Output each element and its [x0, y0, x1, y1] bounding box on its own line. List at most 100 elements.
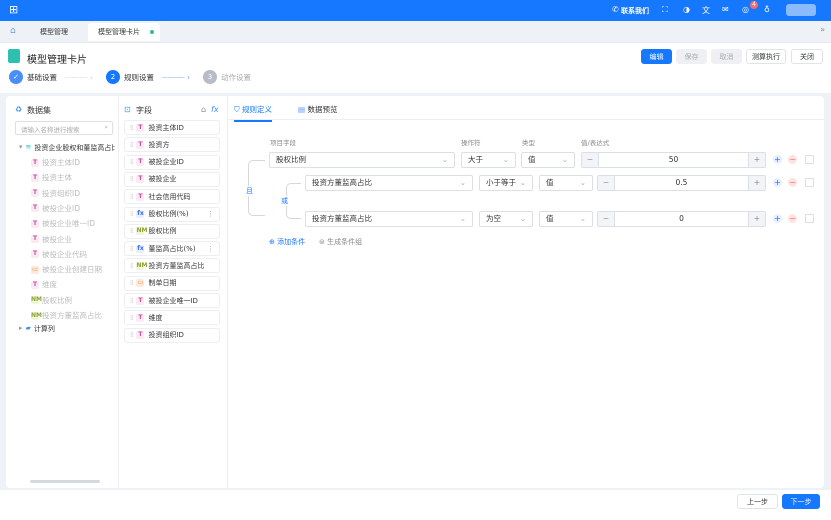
formula-icon[interactable]: fx: [211, 105, 219, 114]
prev-button[interactable]: 上一步: [737, 494, 778, 509]
field-item[interactable]: ⁞⁞ T 被投企业: [124, 171, 220, 187]
drag-handle-icon[interactable]: ⁞⁞: [130, 210, 134, 218]
add-row-icon[interactable]: +: [773, 178, 782, 187]
decrement-button[interactable]: −: [598, 212, 615, 226]
add-row-icon[interactable]: +: [773, 155, 782, 164]
dataset-field[interactable]: T 被投企业ID: [31, 203, 80, 214]
drag-handle-icon[interactable]: ⁞⁞: [130, 245, 134, 253]
step-basic[interactable]: ✓ 基础设置 ┈┈┈┈┈ ›: [9, 70, 93, 84]
field-item[interactable]: ⁞⁞ T 社会信用代码: [124, 189, 220, 205]
dataset-field[interactable]: T 被投企业: [31, 234, 72, 245]
decrement-button[interactable]: −: [598, 176, 615, 190]
drag-handle-icon[interactable]: ⁞⁞: [130, 297, 134, 305]
save-button[interactable]: 保存: [676, 49, 707, 64]
row-checkbox[interactable]: [805, 214, 814, 223]
fullscreen-icon[interactable]: ⛶: [662, 5, 668, 15]
row-checkbox[interactable]: [805, 178, 814, 187]
field-item[interactable]: ⁞⁞ fx 股权比例(%) ⋮: [124, 206, 220, 222]
generate-group-button[interactable]: ⊜ 生成条件组: [319, 237, 362, 247]
increment-button[interactable]: +: [748, 176, 765, 190]
dataset-field[interactable]: T 维度: [31, 279, 57, 290]
drag-handle-icon[interactable]: ⁞⁞: [130, 279, 134, 287]
value-stepper[interactable]: − 50 +: [581, 152, 766, 168]
dataset-field[interactable]: T 投资主体: [31, 172, 72, 183]
field-item[interactable]: ⁞⁞ T 投资方: [124, 137, 220, 153]
bulb-icon[interactable]: ♁: [764, 5, 770, 14]
row-checkbox[interactable]: [805, 155, 814, 164]
dataset-field[interactable]: T 投资组织ID: [31, 188, 80, 199]
dataset-field[interactable]: ▭ 被投企业创建日期: [31, 264, 102, 275]
step-rules[interactable]: 2 规则设置 ┈┈┈┈┈ ›: [106, 70, 190, 84]
next-button[interactable]: 下一步: [782, 494, 820, 509]
dataset-field[interactable]: T 被投企业唯一ID: [31, 218, 95, 229]
dataset-field[interactable]: T 投资主体ID: [31, 157, 80, 168]
tab-model-card[interactable]: 模型管理卡片: [88, 23, 160, 41]
mail-icon[interactable]: ✉: [722, 5, 729, 14]
calc-folder[interactable]: ▸ ▰ 计算列: [19, 324, 55, 334]
dataset-field[interactable]: T 被投企业代码: [31, 249, 87, 260]
home-icon[interactable]: ⌂: [10, 26, 16, 36]
value-input[interactable]: 0: [679, 214, 684, 223]
drag-handle-icon[interactable]: ⁞⁞: [130, 314, 134, 322]
operator-select[interactable]: 小于等于 ⌄: [479, 175, 533, 191]
dataset-root[interactable]: ▾ ≋ 投资企业股权和董监高占比: [19, 143, 115, 153]
field-item[interactable]: ⁞⁞ ▭ 制单日期: [124, 275, 220, 291]
value-stepper[interactable]: − 0.5 +: [597, 175, 766, 191]
theme-icon[interactable]: ◑: [683, 5, 690, 14]
type-select[interactable]: 值 ⌄: [539, 211, 593, 227]
drag-handle-icon[interactable]: ⁞⁞: [130, 141, 134, 149]
cancel-button[interactable]: 取消: [711, 49, 742, 64]
field-select[interactable]: 投资方董监高占比 ⌄: [305, 211, 473, 227]
avatar[interactable]: [786, 4, 816, 16]
value-stepper[interactable]: − 0 +: [597, 211, 766, 227]
drag-handle-icon[interactable]: ⁞⁞: [130, 158, 134, 166]
drag-handle-icon[interactable]: ⁞⁞: [130, 227, 134, 235]
chevron-down-icon[interactable]: »: [820, 25, 825, 34]
drag-handle-icon[interactable]: ⁞⁞: [130, 262, 134, 270]
remove-row-icon[interactable]: −: [788, 178, 797, 187]
value-input[interactable]: 50: [669, 155, 679, 164]
field-item[interactable]: ⁞⁞ T 被投企业ID: [124, 154, 220, 170]
more-icon[interactable]: ⋮: [207, 245, 214, 253]
field-select[interactable]: 投资方董监高占比 ⌄: [305, 175, 473, 191]
drag-handle-icon[interactable]: ⁞⁞: [130, 175, 134, 183]
task-icon[interactable]: ◎: [742, 5, 749, 14]
increment-button[interactable]: +: [748, 212, 765, 226]
edit-button[interactable]: 编辑: [641, 49, 672, 64]
scrollbar[interactable]: [30, 480, 100, 483]
field-item[interactable]: ⁞⁞ T 投资主体ID: [124, 120, 220, 135]
drag-handle-icon[interactable]: ⁞⁞: [130, 331, 134, 339]
increment-button[interactable]: +: [748, 153, 765, 167]
operator-select[interactable]: 为空 ⌄: [479, 211, 533, 227]
apps-icon[interactable]: ⊞: [9, 3, 18, 16]
dataset-field[interactable]: NM 股权比例: [31, 295, 72, 306]
clear-icon[interactable]: ⌂: [201, 105, 206, 114]
translate-icon[interactable]: 文: [702, 5, 710, 16]
decrement-button[interactable]: −: [582, 153, 599, 167]
calc-execute-button[interactable]: 测算执行: [746, 49, 786, 64]
value-input[interactable]: 0.5: [676, 178, 688, 187]
field-item[interactable]: ⁞⁞ T 维度: [124, 310, 220, 326]
field-item[interactable]: ⁞⁞ T 被投企业唯一ID: [124, 293, 220, 308]
or-toggle[interactable]: 或: [281, 196, 288, 206]
drag-handle-icon[interactable]: ⁞⁞: [130, 124, 134, 132]
operator-select[interactable]: 大于 ⌄: [461, 152, 516, 168]
more-icon[interactable]: ⋮: [207, 210, 214, 218]
tab-model-management[interactable]: 模型管理: [30, 23, 78, 41]
tab-data-preview[interactable]: ▤ 数据预览: [298, 104, 337, 115]
remove-row-icon[interactable]: −: [788, 155, 797, 164]
remove-row-icon[interactable]: −: [788, 214, 797, 223]
and-toggle[interactable]: 且: [246, 186, 253, 196]
field-select[interactable]: 股权比例 ⌄: [269, 152, 455, 168]
field-item[interactable]: ⁞⁞ NM 投资方董监高占比: [124, 258, 220, 274]
add-row-icon[interactable]: +: [773, 214, 782, 223]
field-item[interactable]: ⁞⁞ NM 股权比例: [124, 223, 220, 239]
field-item[interactable]: ⁞⁞ T 投资组织ID: [124, 327, 220, 343]
type-select[interactable]: 值 ⌄: [539, 175, 593, 191]
dataset-search-input[interactable]: 请输入名称进行搜索 ⌕: [15, 121, 113, 135]
contact-link[interactable]: 联系我们: [621, 6, 649, 16]
close-button[interactable]: 关闭: [791, 49, 823, 64]
step-actions[interactable]: 3 动作设置: [203, 70, 251, 84]
add-condition-button[interactable]: ⊕ 添加条件: [269, 237, 305, 247]
field-item[interactable]: ⁞⁞ fx 董监高占比(%) ⋮: [124, 241, 220, 257]
